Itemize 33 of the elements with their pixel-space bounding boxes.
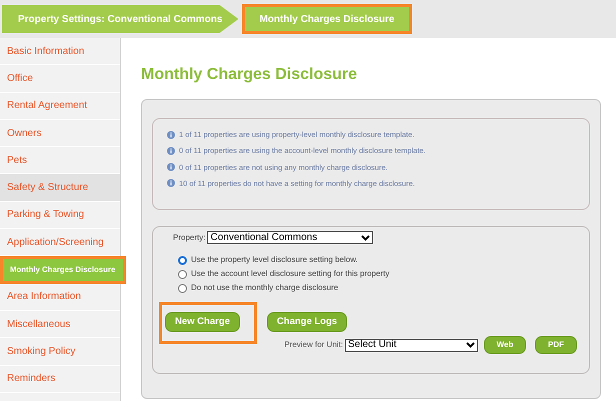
sidebar-item[interactable]: Rental Agreement [0, 92, 120, 120]
radio-label: Do not use the monthly charge disclosure [191, 282, 338, 294]
sidebar-item[interactable]: Safety & Structure [0, 174, 120, 202]
page-title: Monthly Charges Disclosure [141, 65, 358, 85]
sidebar-item[interactable]: Owners [0, 120, 120, 148]
preview-label: Preview for Unit: [284, 339, 343, 352]
radio-button[interactable] [178, 256, 187, 264]
property-label: Property: [173, 232, 206, 244]
sidebar-item[interactable]: Parking & Towing [0, 202, 120, 230]
radio-label: Use the property level disclosure setting below. [191, 254, 358, 266]
breadcrumb-item[interactable]: Monthly Charges Disclosure [242, 4, 412, 34]
radio-button[interactable] [178, 270, 187, 278]
sidebar-item[interactable]: Office [0, 65, 120, 93]
chevron-icon [361, 234, 370, 240]
info-icon [167, 179, 175, 188]
info-icon [167, 163, 175, 172]
unit-dropdown[interactable]: Select Unit [345, 338, 478, 352]
sidebar-item[interactable]: Smoking Policy [0, 338, 120, 366]
preview-button[interactable]: PDF [535, 336, 577, 354]
sidebar-item[interactable]: Area Information [0, 284, 120, 311]
sidebar-item[interactable]: Basic Information [0, 38, 120, 66]
info-icon [167, 130, 175, 139]
info-icon [167, 146, 175, 155]
sidebar-item[interactable]: Miscellaneous [0, 310, 120, 338]
action-button[interactable]: New Charge [165, 312, 240, 332]
breadcrumb-item[interactable]: Property Settings: Conventional Commons [2, 5, 238, 33]
sidebar-item[interactable]: Reminders [0, 366, 120, 393]
chevron-icon [466, 342, 475, 348]
radio-label: Use the account level disclosure setting for this property [191, 268, 390, 280]
preview-button[interactable]: Web [484, 336, 526, 354]
action-button[interactable]: Change Logs [266, 312, 348, 332]
property-dropdown[interactable]: Conventional Commons [207, 231, 374, 244]
radio-button[interactable] [178, 284, 187, 292]
